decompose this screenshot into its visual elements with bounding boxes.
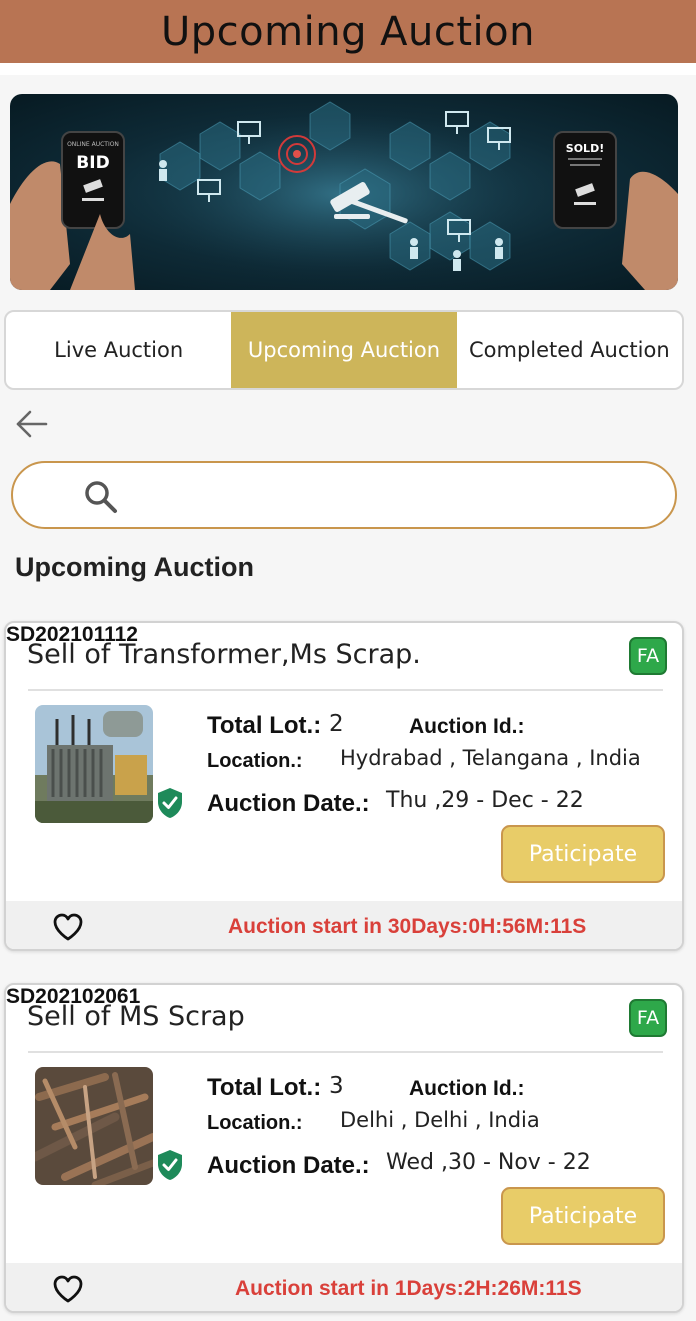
countdown-timer: Auction start in 30Days:0H:56M:11S: [228, 915, 587, 938]
banner-left-phone-text: BID: [76, 153, 109, 173]
countdown-timer: Auction start in 1Days:2H:26M:11S: [235, 1277, 582, 1300]
heart-icon[interactable]: [52, 912, 84, 942]
back-arrow-icon[interactable]: [14, 406, 50, 442]
section-title: Upcoming Auction: [15, 552, 254, 582]
card-divider: [28, 1051, 663, 1053]
tab-live-auction[interactable]: Live Auction: [6, 312, 231, 388]
auction-card: Sell of Transformer,Ms Scrap. FA Total L…: [4, 621, 684, 951]
auction-card: Sell of MS Scrap FA Total Lot.: 3 Auctio…: [4, 983, 684, 1313]
auction-date-value: Wed ,30 - Nov - 22: [386, 1150, 591, 1175]
search-input[interactable]: [133, 475, 653, 515]
auction-banner-illustration: ONLINE AUCTION BID SOLD!: [10, 101, 678, 290]
total-lot-label: Total Lot.:: [207, 712, 322, 739]
tab-completed-auction[interactable]: Completed Auction: [457, 312, 682, 388]
card-divider: [28, 689, 663, 691]
participate-button[interactable]: Paticipate: [501, 1187, 665, 1245]
verified-shield-icon: [156, 787, 184, 819]
header-divider: [0, 63, 696, 75]
location-value: Hydrabad , Telangana , India: [340, 746, 641, 770]
search-bar: [11, 461, 677, 529]
auction-id-label: Auction Id.:: [409, 1077, 525, 1100]
location-value: Delhi , Delhi , India: [340, 1108, 540, 1132]
search-icon[interactable]: [83, 479, 119, 515]
page-header: Upcoming Auction: [0, 0, 696, 63]
auction-banner: ONLINE AUCTION BID SOLD!: [10, 94, 678, 290]
auction-date-value: Thu ,29 - Dec - 22: [386, 788, 584, 813]
fa-badge: FA: [629, 637, 667, 675]
auction-date-label: Auction Date.:: [207, 1152, 370, 1179]
card-footer: Auction start in 1Days:2H:26M:11S: [6, 1263, 682, 1311]
total-lot-value: 3: [329, 1073, 344, 1099]
auction-title: Sell of MS Scrap: [27, 1001, 245, 1032]
card-footer: Auction start in 30Days:0H:56M:11S: [6, 901, 682, 949]
banner-right-phone-text: SOLD!: [566, 142, 604, 155]
location-label: Location.:: [207, 750, 303, 772]
scrap-metal-image: [35, 1067, 153, 1185]
transformer-image: [35, 705, 153, 823]
page-title: Upcoming Auction: [161, 8, 535, 55]
participate-button[interactable]: Paticipate: [501, 825, 665, 883]
location-label: Location.:: [207, 1112, 303, 1134]
auction-tabs: Live Auction Upcoming Auction Completed …: [4, 310, 684, 390]
auction-title: Sell of Transformer,Ms Scrap.: [27, 639, 421, 670]
verified-shield-icon: [156, 1149, 184, 1181]
fa-badge: FA: [629, 999, 667, 1037]
total-lot-value: 2: [329, 711, 344, 737]
heart-icon[interactable]: [52, 1274, 84, 1304]
total-lot-label: Total Lot.:: [207, 1074, 322, 1101]
banner-left-phone-subtext: ONLINE AUCTION: [67, 141, 119, 148]
auction-id-label: Auction Id.:: [409, 715, 525, 738]
auction-date-label: Auction Date.:: [207, 790, 370, 817]
tab-upcoming-auction[interactable]: Upcoming Auction: [231, 312, 457, 388]
